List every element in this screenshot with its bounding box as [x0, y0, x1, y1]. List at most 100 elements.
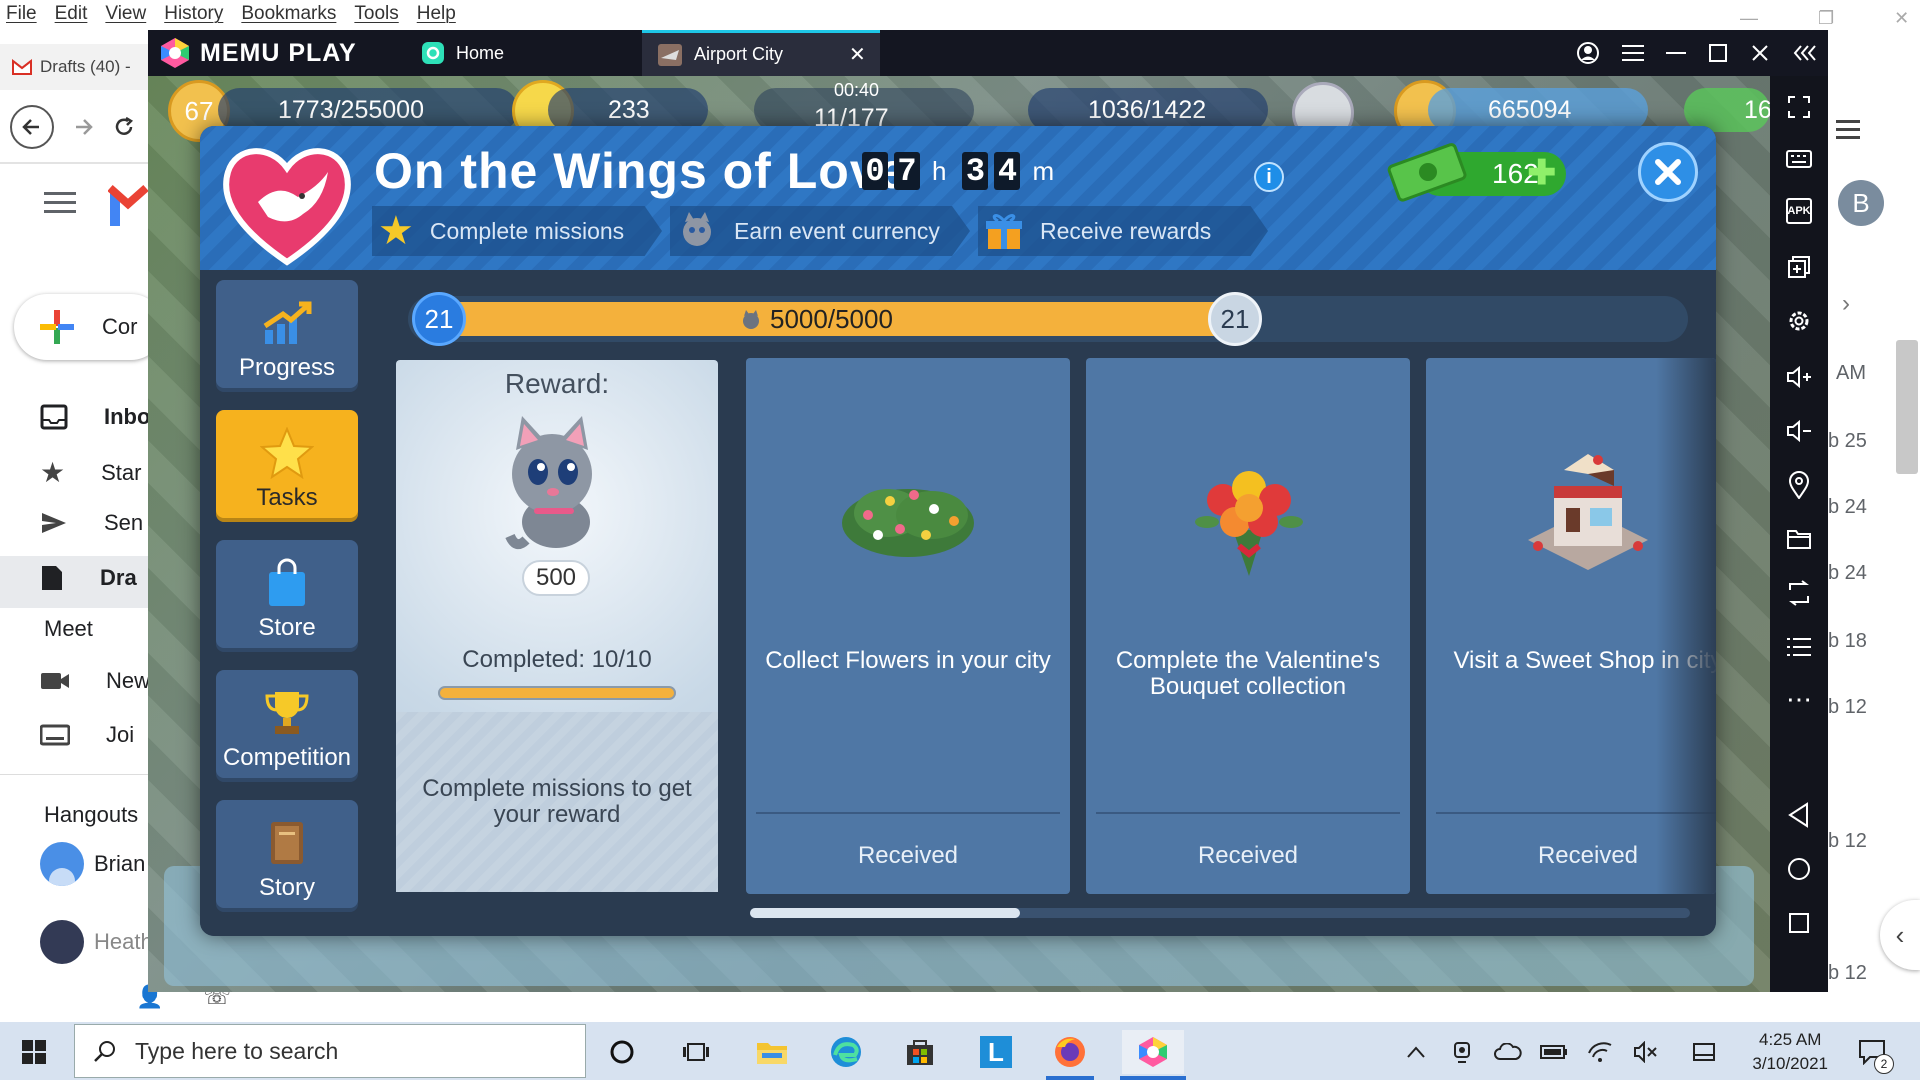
forward-button[interactable] [72, 116, 94, 138]
android-recents-icon[interactable] [1784, 908, 1814, 938]
settings-gear-icon[interactable] [1784, 306, 1814, 336]
menu-bookmarks[interactable]: Bookmarks [241, 3, 336, 25]
browser-tab-gmail[interactable]: Drafts (40) - [0, 44, 160, 90]
file-explorer-icon[interactable] [750, 1030, 794, 1074]
android-home-icon[interactable] [1784, 854, 1814, 884]
onedrive-cloud-icon[interactable] [1486, 1030, 1530, 1074]
folder-icon[interactable] [1784, 524, 1814, 554]
gmail-nav-drafts[interactable]: Dra [40, 564, 137, 592]
windows-start-icon[interactable] [12, 1030, 56, 1074]
back-button[interactable] [10, 105, 54, 149]
menu-tools[interactable]: Tools [354, 3, 398, 25]
event-dialog-body: Progress Tasks Store Competition Story 2… [200, 270, 1716, 936]
menu-view[interactable]: View [105, 3, 146, 25]
step-label: Earn event currency [734, 217, 940, 244]
task-status: Received [1197, 842, 1299, 869]
email-date: b 25 [1828, 430, 1867, 452]
forward-arrow-icon [76, 119, 93, 135]
webcam-icon[interactable] [1440, 1030, 1484, 1074]
nav-store[interactable]: Store [216, 540, 358, 652]
multi-instance-icon[interactable] [1784, 252, 1814, 282]
nav-competition[interactable]: Competition [216, 670, 358, 782]
rotate-screen-icon[interactable] [1784, 578, 1814, 608]
nav-tasks[interactable]: Tasks [216, 410, 358, 522]
event-money-counter[interactable]: 162 ✚ [1387, 143, 1566, 202]
reload-button[interactable] [112, 115, 136, 139]
close-icon[interactable] [1750, 43, 1770, 63]
account-avatar[interactable]: B [1838, 180, 1884, 226]
nav-progress[interactable]: Progress [216, 280, 358, 392]
volume-muted-icon[interactable] [1624, 1030, 1668, 1074]
more-options-icon[interactable]: ⋯ [1784, 684, 1814, 714]
edge-browser-icon[interactable] [824, 1030, 868, 1074]
compose-button[interactable]: Cor [14, 294, 164, 360]
menu-file[interactable]: File [6, 3, 37, 25]
nav-story[interactable]: Story [216, 800, 358, 912]
hangouts-contact[interactable]: Brian [40, 842, 145, 886]
l-app-icon[interactable]: L [974, 1030, 1018, 1074]
browser-tab-label: Drafts (40) - [40, 57, 131, 76]
browser-minimize-icon[interactable]: — [1740, 8, 1758, 29]
taskbar-search-box[interactable]: Type here to search [74, 1024, 586, 1078]
firefox-icon[interactable] [1048, 1030, 1092, 1074]
gmail-nav-inbox[interactable]: Inbo [40, 404, 150, 430]
gmail-nav-starred[interactable]: ★ Star [40, 456, 141, 489]
gmail-menu-icon[interactable] [44, 190, 76, 216]
account-icon[interactable] [1576, 41, 1600, 65]
memu-taskbar-icon[interactable] [1122, 1030, 1184, 1074]
chevron-right-icon[interactable]: › [1842, 290, 1850, 318]
close-dialog-button[interactable] [1638, 142, 1698, 202]
battery-icon[interactable] [1532, 1030, 1576, 1074]
tab-close-icon[interactable]: ✕ [849, 42, 866, 67]
side-panel-toggle-button[interactable]: ‹ [1880, 900, 1920, 970]
meet-new[interactable]: New [40, 668, 150, 694]
menu-help[interactable]: Help [417, 3, 456, 25]
show-hidden-icons-chevron-icon[interactable] [1394, 1030, 1438, 1074]
volume-down-icon[interactable] [1784, 416, 1814, 446]
minimize-icon[interactable] [1666, 43, 1686, 63]
meet-join[interactable]: Joi [40, 722, 134, 748]
menu-edit[interactable]: Edit [55, 3, 88, 25]
taskbar-clock[interactable]: 4:25 AM 3/10/2021 [1752, 1028, 1828, 1076]
memu-tab-airport-city[interactable]: Airport City ✕ [642, 30, 880, 76]
operation-record-icon[interactable] [1784, 632, 1814, 662]
clock-date: 3/10/2021 [1752, 1054, 1828, 1073]
menu-history[interactable]: History [164, 3, 223, 25]
cards-scrollbar-thumb[interactable] [750, 908, 1020, 918]
wifi-icon[interactable] [1578, 1030, 1622, 1074]
add-money-icon[interactable]: ✚ [1528, 156, 1557, 190]
task-view-icon[interactable] [674, 1030, 718, 1074]
home-app-icon [422, 42, 444, 64]
coins-value: 665094 [1488, 95, 1572, 124]
location-pin-icon[interactable] [1784, 470, 1814, 500]
reward-count: 500 [522, 560, 590, 596]
hamburger-menu-icon[interactable] [1622, 44, 1644, 62]
memu-tab-label: Home [456, 42, 505, 63]
maximize-icon[interactable] [1708, 43, 1728, 63]
task-card[interactable]: Collect Flowers in your city Received [746, 358, 1070, 894]
gmail-scrollbar-thumb[interactable] [1896, 340, 1918, 474]
gmail-apps-menu-icon[interactable] [1836, 118, 1860, 140]
keyboard-mapping-icon[interactable] [1784, 144, 1814, 174]
notification-center-icon[interactable]: 2 [1850, 1030, 1894, 1074]
card-fade-overlay [1656, 358, 1716, 894]
browser-close-icon[interactable]: ✕ [1894, 8, 1909, 29]
gmail-nav-sent[interactable]: Sen [40, 510, 143, 536]
keyboard-layout-icon[interactable] [1682, 1030, 1726, 1074]
task-card[interactable]: Visit a Sweet Shop in city Received [1426, 358, 1716, 894]
cortana-icon[interactable] [600, 1030, 644, 1074]
microsoft-store-icon[interactable] [898, 1030, 942, 1074]
android-back-icon[interactable] [1784, 800, 1814, 830]
contact-avatar [40, 920, 84, 964]
volume-up-icon[interactable] [1784, 362, 1814, 392]
fullscreen-icon[interactable] [1784, 92, 1814, 122]
browser-restore-icon[interactable]: ❐ [1818, 8, 1834, 29]
task-card[interactable]: Complete the Valentine's Bouquet collect… [1086, 358, 1410, 894]
hangouts-contact[interactable]: Heath [40, 920, 153, 964]
level-start-badge: 21 [412, 292, 466, 346]
collapse-sidebar-icon[interactable] [1792, 43, 1818, 63]
info-button[interactable]: i [1254, 162, 1284, 192]
apk-install-icon[interactable]: APK [1786, 198, 1812, 224]
event-title: On the Wings of Love [374, 143, 908, 199]
flower-bush-icon [836, 448, 980, 582]
